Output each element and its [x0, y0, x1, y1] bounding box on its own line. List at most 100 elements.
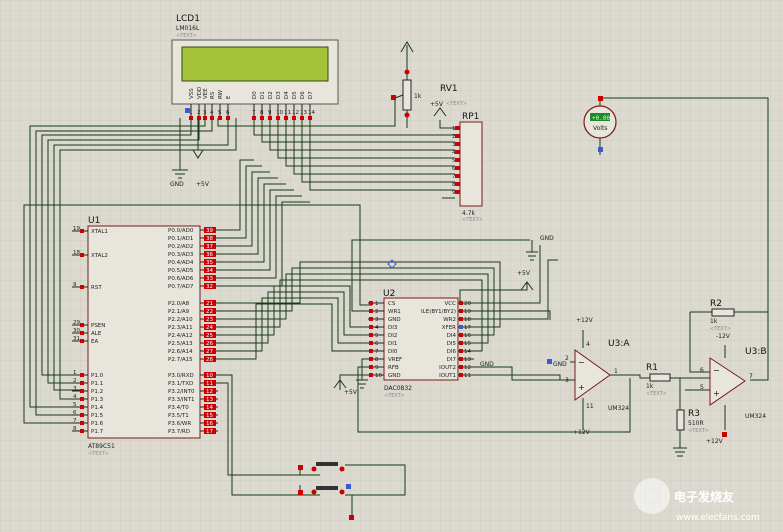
- u3a-part: UM324: [608, 405, 629, 412]
- u1-pin-number: 21: [206, 301, 213, 307]
- voltmeter-value: +0.00: [592, 115, 610, 122]
- rp1-pin-terminal: [455, 174, 460, 178]
- lcd-pin-number: 10: [276, 110, 283, 116]
- lcd-pin-d1: D1: [260, 91, 266, 99]
- u1-pin-number: 10: [206, 373, 213, 379]
- lcd-pin-terminal: [300, 116, 304, 120]
- u2-pin-terminal: [369, 309, 373, 313]
- rv1-pin-top: [404, 69, 410, 75]
- u1-pin-name: P2.0/A8: [168, 301, 190, 307]
- vcc5-label-vref: +5V: [344, 389, 358, 396]
- lcd-pin-number: 11: [284, 110, 291, 116]
- lcd-pin-terminal: [218, 116, 222, 120]
- u1-pin-name: P2.7/A15: [168, 357, 193, 363]
- u3a-pin-out: 1: [614, 368, 618, 375]
- rp1-pin-terminal: [455, 158, 460, 162]
- svg-text:−: −: [578, 358, 585, 367]
- u1-part: AT89C51: [88, 443, 115, 450]
- u2-pin-terminal: [459, 309, 463, 313]
- u2-pin-terminal: [459, 373, 463, 377]
- u2-pin-name: RFB: [388, 365, 399, 371]
- lcd-pin-number: 2: [197, 110, 201, 116]
- u3a-gnd-label: GND: [553, 361, 567, 368]
- u2-pin-number: 14: [464, 349, 471, 355]
- u1-pin-number: 22: [206, 309, 213, 315]
- voltmeter-unit: Volts: [593, 125, 607, 132]
- u1-pin-number: 14: [206, 405, 213, 411]
- schematic-canvas: LCD1 LM016L <TEXT> VSS1VDD2VEE3RS4RW5E6D…: [0, 0, 783, 532]
- u1-pin-terminal: [80, 253, 84, 257]
- u2-pin-name: WR2: [443, 317, 456, 323]
- lcd-pin-terminal: [210, 116, 214, 120]
- r2-text-tag: <TEXT>: [710, 326, 731, 332]
- u3b-pin-pos: 5: [700, 384, 704, 391]
- u1-pin-name: P3.7/RD: [168, 429, 190, 435]
- u1-pin-name: P1.4: [91, 405, 104, 411]
- u2-pin-terminal: [369, 349, 373, 353]
- lcd-pin-d0: D0: [252, 91, 258, 99]
- u1-pin-name: P1.2: [91, 389, 103, 395]
- u2-pin-number: 7: [375, 349, 379, 355]
- u2-pin-name: XFER: [442, 325, 456, 331]
- u1-pin-terminal: [80, 397, 84, 401]
- u1-pin-name: P1.5: [91, 413, 104, 419]
- u1[interactable]: U1 19 XTAL1 18 XTAL2 9 RST 29 PSEN 30 ALE 31 EA 1 P1.…: [72, 216, 218, 457]
- u2-pin-number: 17: [464, 325, 471, 331]
- u2-pin-number: 15: [464, 341, 471, 347]
- u1-pin-name: ALE: [91, 331, 102, 337]
- u2-pin-terminal: [459, 341, 463, 345]
- lcd-pin-d4: D4: [284, 91, 290, 99]
- rp1-pin-number: 2: [452, 134, 456, 140]
- u2-pin-terminal: [369, 341, 373, 345]
- svg-text:+: +: [578, 383, 585, 392]
- u1-pin-name: P1.0: [91, 373, 104, 379]
- u2-pin-terminal: [369, 373, 373, 377]
- r1-text-tag: <TEXT>: [646, 391, 667, 397]
- lcd-pin-e: E: [226, 95, 232, 99]
- u1-pin-number: 23: [206, 317, 213, 323]
- svg-text:+: +: [713, 389, 720, 398]
- lcd1-text-tag: <TEXT>: [176, 33, 197, 39]
- u2-pin-terminal: [369, 325, 373, 329]
- lcd-pin-number: 5: [218, 110, 222, 116]
- u2-pin-number: 2: [375, 309, 379, 315]
- svg-text:−: −: [713, 366, 720, 375]
- lcd-pin-terminal: [260, 116, 264, 120]
- u3a-pin-pos: 3: [565, 377, 569, 384]
- u1-pin-number: 6: [73, 410, 77, 416]
- u3b-ref: U3:B: [745, 347, 767, 357]
- u1-pin-terminal: [80, 229, 84, 233]
- u1-pin-name: P2.6/A14: [168, 349, 193, 355]
- u1-pin-name: P1.6: [91, 421, 104, 427]
- u1-pin-number: 2: [73, 378, 77, 384]
- u1-pin-name: P0.1/AD1: [168, 236, 193, 242]
- u1-pin-number: 31: [73, 336, 80, 342]
- u1-pin-number: 37: [206, 244, 213, 250]
- lcd-pin-number: 13: [300, 110, 307, 116]
- u2-pin-number: 10: [375, 373, 382, 379]
- u1-pin-number: 18: [73, 250, 80, 256]
- lcd-pin-terminal: [268, 116, 272, 120]
- watermark-logo: [634, 478, 670, 514]
- u1-pin-name: P0.6/AD6: [168, 276, 194, 282]
- gnd-label-lcd: GND: [170, 181, 184, 188]
- u1-pin-number: 9: [73, 282, 77, 288]
- u1-pin-number: 7: [73, 418, 77, 424]
- u1-pin-number: 3: [73, 386, 77, 392]
- u2-pin-terminal: [369, 301, 373, 305]
- u3a-ref: U3:A: [608, 339, 630, 349]
- u1-pin-terminal: [80, 323, 84, 327]
- r2-value: 1k: [710, 318, 718, 325]
- u3a-vee-label: +12V: [573, 429, 591, 436]
- u1-pin-name: P2.1/A9: [168, 309, 190, 315]
- u2-pin-number: 4: [375, 325, 379, 331]
- rv1-body: [402, 79, 412, 111]
- u2-pin-name: DI0: [388, 349, 398, 355]
- u2-pin-number: 20: [464, 301, 471, 307]
- u1-pin-number: 30: [73, 328, 80, 334]
- u1-pin-name: EA: [91, 339, 98, 345]
- u2-pin-number: 1: [375, 301, 379, 307]
- u2-pin-number: 16: [464, 333, 471, 339]
- r2-body: [711, 308, 735, 317]
- u2-pin-terminal: [369, 357, 373, 361]
